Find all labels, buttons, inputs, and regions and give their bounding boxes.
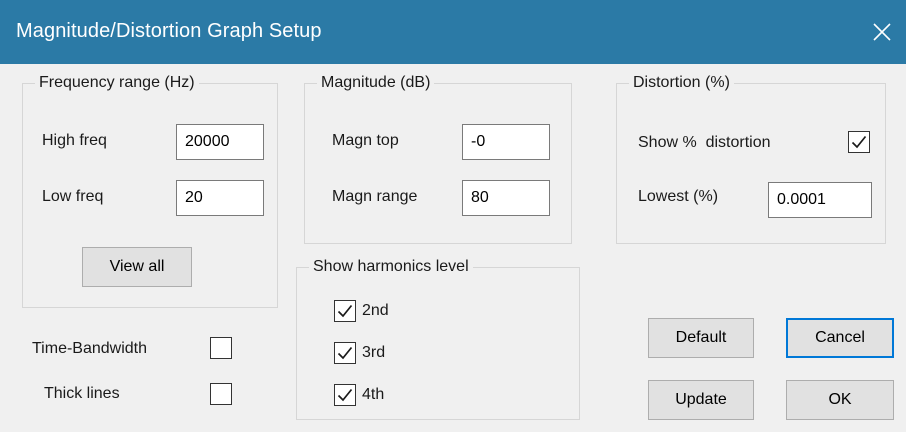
thick-lines-checkbox[interactable] (210, 383, 232, 405)
low-freq-input[interactable]: 20 (176, 180, 264, 216)
harmonic-4th-checkbox[interactable] (334, 384, 356, 406)
view-all-button[interactable]: View all (82, 247, 192, 287)
distortion-legend: Distortion (%) (633, 74, 730, 91)
close-icon[interactable] (858, 8, 906, 56)
magn-range-label: Magn range (332, 188, 418, 205)
magn-top-input[interactable]: -0 (462, 124, 550, 160)
update-button[interactable]: Update (648, 380, 754, 420)
lowest-label: Lowest (%) (638, 188, 719, 205)
magnitude-legend: Magnitude (dB) (321, 74, 431, 91)
close-icon-glyph (873, 23, 891, 41)
magn-range-input[interactable]: 80 (462, 180, 550, 216)
thick-lines-label: Thick lines (44, 385, 120, 402)
cancel-button[interactable]: Cancel (786, 318, 894, 358)
harmonic-3rd-checkbox[interactable] (334, 342, 356, 364)
low-freq-label: Low freq (42, 188, 104, 205)
frequency-range-legend: Frequency range (Hz) (39, 74, 195, 91)
default-button[interactable]: Default (648, 318, 754, 358)
show-distortion-checkbox[interactable] (848, 131, 870, 153)
harmonic-2nd-checkbox[interactable] (334, 300, 356, 322)
harmonic-4th-label: 4th (362, 386, 385, 403)
checkmark-icon (337, 346, 353, 360)
time-bandwidth-label: Time-Bandwidth (32, 340, 148, 357)
ok-button[interactable]: OK (786, 380, 894, 420)
high-freq-input[interactable]: 20000 (176, 124, 264, 160)
lowest-input[interactable]: 0.0001 (768, 182, 872, 218)
high-freq-label: High freq (42, 132, 107, 149)
checkmark-icon (337, 304, 353, 318)
show-distortion-label: Show % distortion (638, 134, 771, 151)
checkmark-icon (851, 135, 867, 149)
time-bandwidth-checkbox[interactable] (210, 337, 232, 359)
magn-top-label: Magn top (332, 132, 399, 149)
dialog-window: Magnitude/Distortion Graph Setup Frequen… (0, 0, 906, 432)
harmonics-legend: Show harmonics level (313, 258, 469, 275)
checkmark-icon (337, 388, 353, 402)
distortion-group: Distortion (%) (616, 74, 886, 244)
harmonic-3rd-label: 3rd (362, 344, 386, 361)
harmonic-2nd-label: 2nd (362, 302, 389, 319)
title-bar: Magnitude/Distortion Graph Setup (0, 0, 906, 64)
window-title: Magnitude/Distortion Graph Setup (16, 20, 322, 42)
